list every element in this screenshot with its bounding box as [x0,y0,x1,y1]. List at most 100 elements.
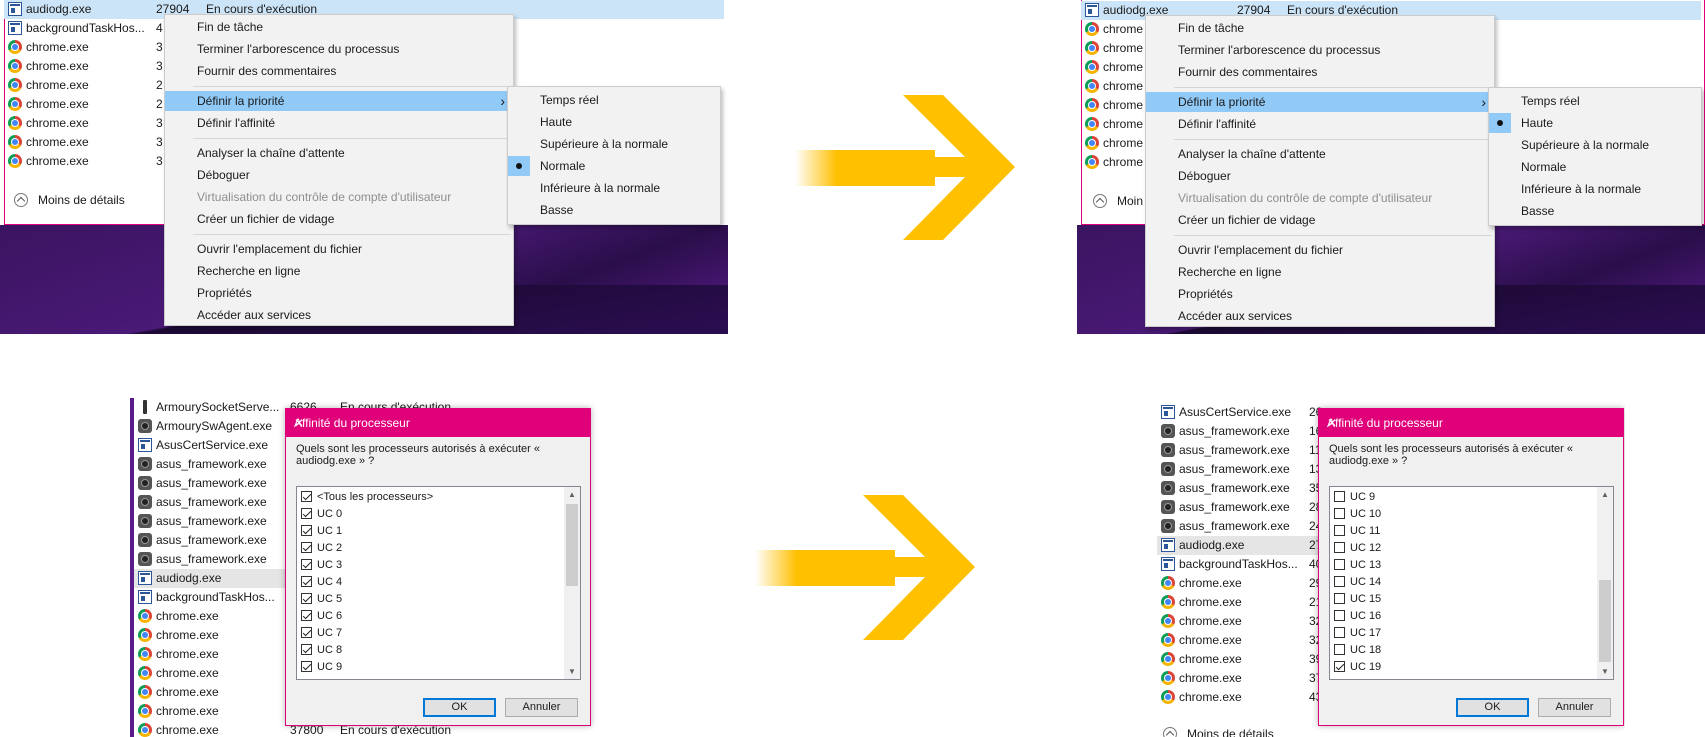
table-row[interactable]: asus_framework.exe [134,493,289,512]
priority-option[interactable]: Basse [508,200,720,220]
checkbox-checked[interactable] [301,559,312,570]
menu-item-ouvrir-l-emplacement-du-fichier[interactable]: Ouvrir l'emplacement du fichier [1146,240,1494,260]
menu-item-fin-de-tache[interactable]: Fin de tâche [165,17,513,37]
table-row[interactable]: chrome.exe [134,702,289,721]
table-row[interactable]: chrome [1081,20,1151,39]
checkbox-unchecked[interactable] [1334,627,1345,638]
table-row[interactable]: asus_framework.exe [134,550,289,569]
menu-item-definir-la-priorite[interactable]: Définir la priorité › [1146,92,1494,112]
checkbox-checked[interactable] [301,661,312,672]
table-row[interactable]: asus_framework.exe 24 [1157,517,1332,536]
checkbox-checked[interactable] [301,644,312,655]
priority-option[interactable]: Inférieure à la normale [1489,179,1701,199]
table-row[interactable]: chrome [1081,115,1151,134]
close-icon[interactable]: ✕ [1327,416,1615,430]
table-row[interactable]: chrome.exe 3 [4,152,163,171]
priority-option[interactable]: Temps réel [1489,91,1701,111]
checkbox-checked[interactable] [301,593,312,604]
ok-button[interactable]: OK [1456,698,1529,717]
table-row[interactable]: chrome.exe [134,645,289,664]
menu-item-recherche-en-ligne[interactable]: Recherche en ligne [1146,262,1494,282]
checkbox-unchecked[interactable] [1334,542,1345,553]
checkbox-unchecked[interactable] [1334,610,1345,621]
table-row[interactable]: chrome.exe [134,683,289,702]
menu-item-deboguer[interactable]: Déboguer [165,165,513,185]
menu-item-deboguer[interactable]: Déboguer [1146,166,1494,186]
priority-option[interactable]: Temps réel [508,90,720,110]
menu-item-terminer-l-arborescence-du-processus[interactable]: Terminer l'arborescence du processus [165,39,513,59]
table-row[interactable]: chrome.exe 2 [4,95,163,114]
menu-item-fin-de-tache[interactable]: Fin de tâche [1146,18,1494,38]
scrollbar-thumb[interactable] [1599,580,1611,662]
table-row[interactable]: chrome.exe 43 [1157,688,1332,707]
priority-option[interactable]: Basse [1489,201,1701,221]
table-row[interactable]: ArmourySocketServe... 6626 En cours d'exéc… [134,398,451,417]
menu-item-ouvrir-l-emplacement-du-fichier[interactable]: Ouvrir l'emplacement du fichier [165,239,513,259]
menu-item-terminer-l-arborescence-du-processus[interactable]: Terminer l'arborescence du processus [1146,40,1494,60]
table-row[interactable]: asus_framework.exe [134,455,289,474]
table-row[interactable]: asus_framework.exe 35 [1157,479,1332,498]
scrollbar[interactable]: ▲ ▼ [1597,487,1613,679]
priority-option[interactable]: Haute [1489,113,1701,133]
table-row[interactable]: chrome.exe 2 [4,76,163,95]
table-row[interactable]: chrome.exe [134,664,289,683]
menu-item-creer-un-fichier-de-vidage[interactable]: Créer un fichier de vidage [1146,210,1494,230]
checkbox-unchecked[interactable] [1334,491,1345,502]
priority-option[interactable]: Supérieure à la normale [1489,135,1701,155]
scroll-up-arrow-icon[interactable]: ▲ [564,487,580,502]
table-row[interactable]: backgroundTaskHos... 4 [4,19,163,38]
table-row[interactable]: chrome.exe 3 [4,57,163,76]
priority-option[interactable]: Haute [508,112,720,132]
checkbox-checked[interactable] [301,508,312,519]
table-row[interactable]: chrome.exe [134,607,289,626]
table-row[interactable]: chrome.exe [134,626,289,645]
menu-item-analyser-la-chaine-d-attente[interactable]: Analyser la chaîne d'attente [165,143,513,163]
table-row[interactable]: chrome.exe 21 [1157,593,1332,612]
table-row[interactable]: ArmourySwAgent.exe [134,417,289,436]
checkbox-checked[interactable] [301,525,312,536]
table-row[interactable]: chrome.exe 29 [1157,574,1332,593]
table-row[interactable]: audiodg.exe [134,569,289,588]
table-row[interactable]: chrome [1081,58,1151,77]
table-row[interactable]: asus_framework.exe 28 [1157,498,1332,517]
menu-item-acceder-aux-services[interactable]: Accéder aux services [165,305,513,325]
menu-item-definir-l-affinite[interactable]: Définir l'affinité [1146,114,1494,134]
table-row[interactable]: chrome [1081,96,1151,115]
menu-item-proprietes[interactable]: Propriétés [1146,284,1494,304]
checkbox-checked[interactable] [301,576,312,587]
checkbox-checked[interactable] [301,542,312,553]
table-row[interactable]: asus_framework.exe [134,531,289,550]
table-row[interactable]: backgroundTaskHos... [134,588,289,607]
table-row[interactable]: chrome [1081,153,1151,172]
checkbox-unchecked[interactable] [1334,525,1345,536]
checkbox-unchecked[interactable] [1334,576,1345,587]
ok-button[interactable]: OK [423,698,496,717]
cancel-button[interactable]: Annuler [1538,698,1611,717]
checkbox-checked[interactable] [1334,661,1345,672]
table-row[interactable]: asus_framework.exe 16 [1157,422,1332,441]
checkbox-checked[interactable] [301,610,312,621]
table-row[interactable]: chrome.exe 3 [4,38,163,57]
menu-item-proprietes[interactable]: Propriétés [165,283,513,303]
table-row[interactable]: backgroundTaskHos... 40 [1157,555,1332,574]
table-row[interactable]: chrome.exe 37 [1157,669,1332,688]
close-icon[interactable]: ✕ [294,416,582,430]
table-row[interactable]: asus_framework.exe 13 [1157,460,1332,479]
table-row[interactable]: chrome.exe 3 [4,114,163,133]
priority-option[interactable]: Normale [1489,157,1701,177]
checkbox-unchecked[interactable] [1334,559,1345,570]
table-row[interactable]: chrome.exe 3 [4,133,163,152]
menu-item-definir-l-affinite[interactable]: Définir l'affinité [165,113,513,133]
table-row[interactable]: chrome [1081,134,1151,153]
table-row[interactable]: asus_framework.exe [134,474,289,493]
table-row[interactable]: AsusCertService.exe 26 [1157,403,1332,422]
menu-item-fournir-des-commentaires[interactable]: Fournir des commentaires [1146,62,1494,82]
table-row[interactable]: chrome.exe 32 [1157,612,1332,631]
checkbox-checked[interactable] [301,491,312,502]
priority-option[interactable]: Inférieure à la normale [508,178,720,198]
table-row[interactable]: AsusCertService.exe [134,436,289,455]
less-details-button[interactable]: Moin [1093,194,1153,210]
scroll-down-arrow-icon[interactable]: ▼ [1597,664,1613,679]
table-row[interactable]: chrome.exe 32 [1157,631,1332,650]
menu-item-recherche-en-ligne[interactable]: Recherche en ligne [165,261,513,281]
